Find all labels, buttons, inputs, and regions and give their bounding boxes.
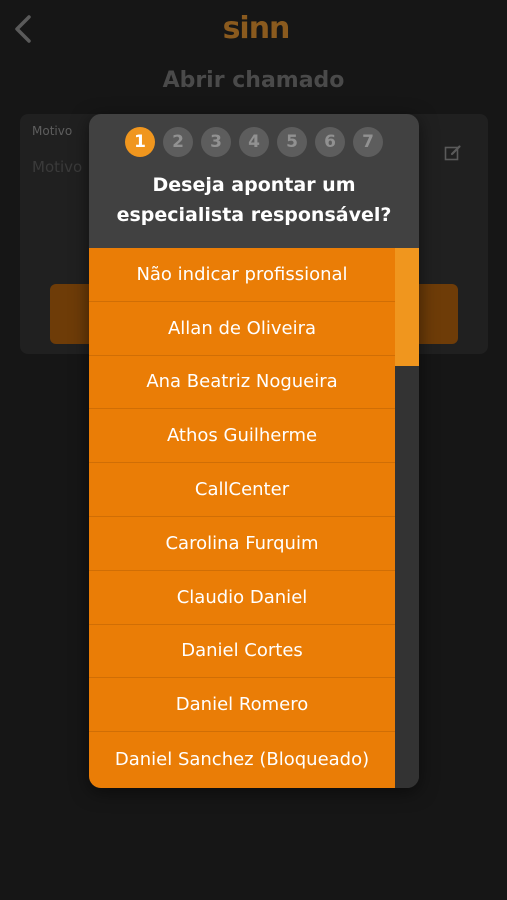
step-7: 7 [353,127,383,157]
step-4: 4 [239,127,269,157]
app-logo: sinn [211,10,301,46]
question-line-1: Deseja apontar um [152,174,356,196]
scrollbar[interactable] [395,248,419,788]
step-1: 1 [125,127,155,157]
specialist-option[interactable]: Não indicar profissional [89,248,395,302]
back-button[interactable] [8,12,38,46]
specialist-option[interactable]: Allan de Oliveira [89,302,395,356]
specialist-option[interactable]: CallCenter [89,463,395,517]
specialist-list: Não indicar profissional Allan de Oliveir… [89,248,395,788]
logo-text: sinn [222,10,291,46]
specialist-modal: 1234567 Deseja apontar um especialista r… [89,114,419,788]
specialist-option[interactable]: Claudio Daniel [89,571,395,625]
screen: sinn Abrir chamado Motivo Motivo 1234567… [0,0,507,900]
specialist-option[interactable]: Daniel Romero [89,678,395,733]
motivo-input[interactable]: Motivo [32,158,82,176]
page-title: Abrir chamado [162,68,345,93]
step-2: 2 [163,127,193,157]
step-3: 3 [201,127,231,157]
specialist-option[interactable]: Daniel Cortes [89,625,395,679]
step-indicator: 1234567 [89,127,419,157]
motivo-label: Motivo [32,124,73,138]
specialist-option[interactable]: Athos Guilherme [89,409,395,464]
question-line-2: especialista responsável? [116,204,392,226]
step-5: 5 [277,127,307,157]
top-bar: sinn [0,0,507,56]
specialist-option[interactable]: Carolina Furquim [89,517,395,571]
scrollbar-thumb[interactable] [395,248,419,366]
edit-icon[interactable] [444,144,462,162]
specialist-option[interactable]: Ana Beatriz Nogueira [89,356,395,410]
specialist-option[interactable]: Daniel Sanchez (Bloqueado) [89,732,395,786]
modal-question: Deseja apontar um especialista responsáv… [89,170,419,230]
step-6: 6 [315,127,345,157]
chevron-left-icon [15,15,31,43]
